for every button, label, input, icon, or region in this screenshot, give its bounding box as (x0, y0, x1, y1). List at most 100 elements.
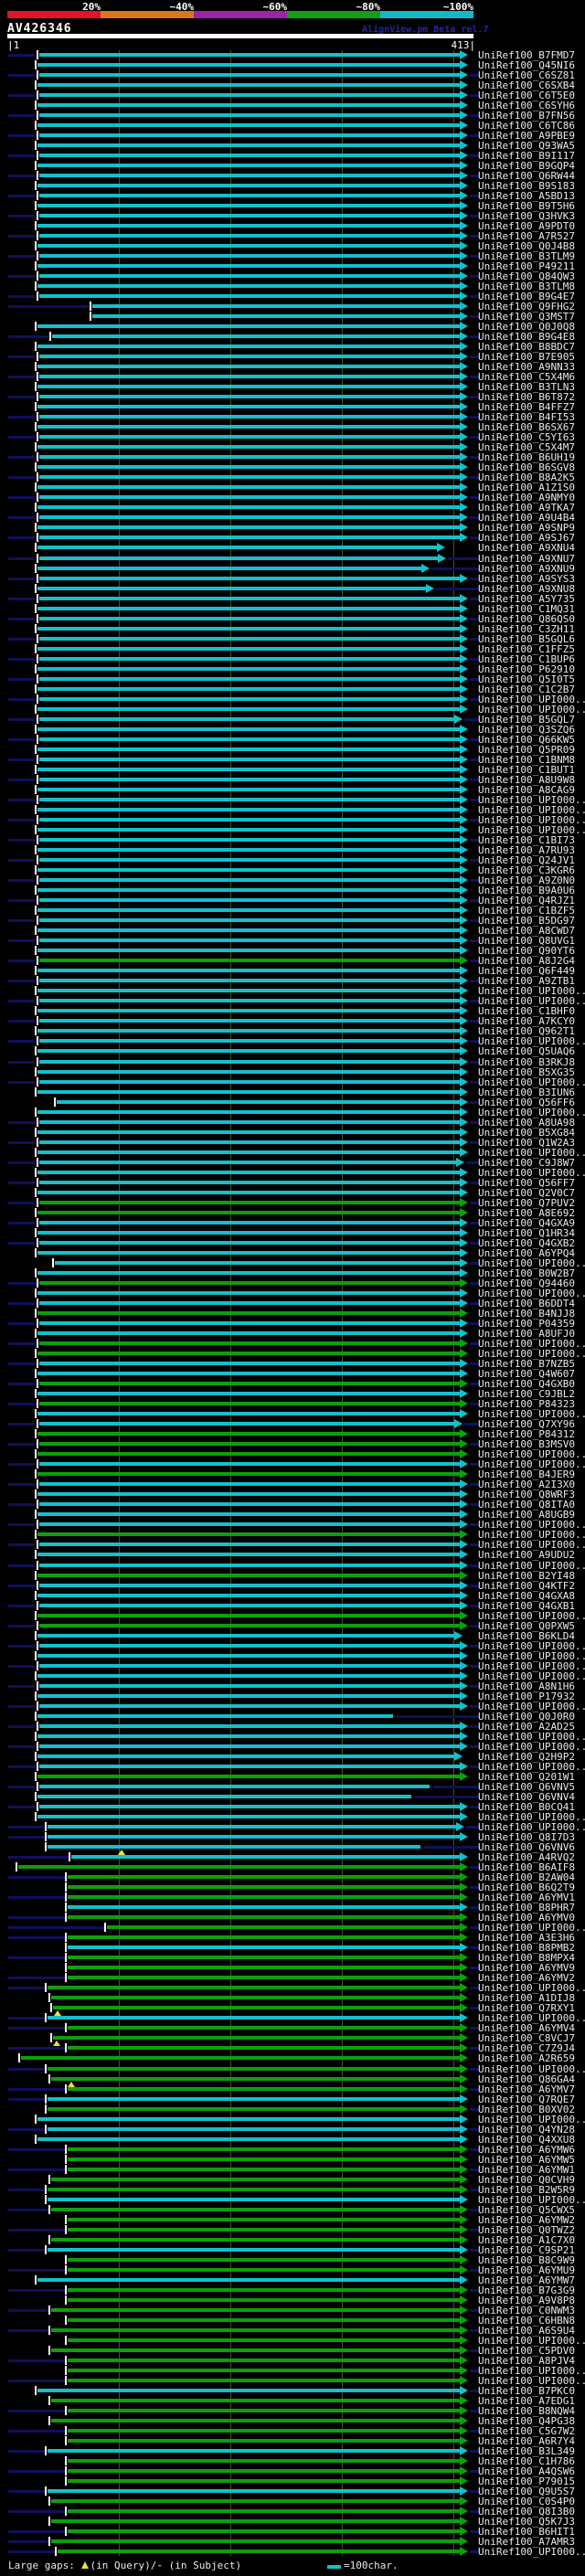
alignment-bar[interactable] (68, 1956, 460, 1960)
hit-accession-label[interactable]: UniRef100_A8UA98 (478, 1118, 575, 1128)
alignment-bar[interactable] (37, 1693, 460, 1698)
alignment-bar[interactable] (37, 102, 460, 107)
alignment-bar[interactable] (57, 1099, 460, 1104)
alignment-bar[interactable] (39, 72, 460, 77)
alignment-bar[interactable] (39, 898, 460, 903)
alignment-bar[interactable] (51, 2076, 460, 2081)
alignment-bar[interactable] (68, 2529, 460, 2534)
alignment-bar[interactable] (39, 1482, 460, 1487)
alignment-bar[interactable] (37, 566, 421, 570)
alignment-bar[interactable] (37, 868, 460, 873)
alignment-bar[interactable] (39, 838, 460, 843)
alignment-bar[interactable] (37, 1089, 460, 1094)
alignment-bar[interactable] (39, 979, 460, 983)
alignment-bar[interactable] (37, 465, 460, 470)
alignment-bar[interactable] (39, 616, 460, 620)
hit-accession-label[interactable]: UniRef100_Q86QS0 (478, 614, 575, 624)
alignment-bar[interactable] (39, 253, 460, 258)
alignment-bar[interactable] (51, 1996, 460, 2000)
alignment-bar[interactable] (39, 1140, 460, 1144)
alignment-bar[interactable] (37, 1029, 460, 1034)
alignment-bar[interactable] (39, 1462, 460, 1467)
alignment-bar[interactable] (37, 747, 460, 751)
alignment-bar[interactable] (39, 676, 460, 681)
alignment-bar[interactable] (48, 2066, 460, 2071)
alignment-bar[interactable] (71, 1855, 460, 1860)
hit-accession-label[interactable]: UniRef100_A9UDU2 (478, 1550, 575, 1560)
alignment-bar[interactable] (37, 1593, 460, 1597)
alignment-bar[interactable] (37, 1190, 460, 1194)
alignment-bar[interactable] (48, 1845, 420, 1850)
alignment-bar[interactable] (37, 1452, 460, 1457)
hit-accession-label[interactable]: UniRef100_Q4GXB1 (478, 1601, 575, 1611)
alignment-bar[interactable] (48, 2106, 460, 2111)
alignment-bar[interactable] (68, 2469, 460, 2474)
alignment-bar[interactable] (39, 1402, 460, 1406)
alignment-bar[interactable] (37, 1653, 460, 1658)
alignment-bar[interactable] (37, 345, 460, 349)
alignment-bar[interactable] (51, 2307, 460, 2312)
alignment-bar[interactable] (37, 1210, 460, 1214)
alignment-bar[interactable] (68, 2287, 460, 2292)
hit-accession-label[interactable]: UniRef100_Q4XXU8 (478, 2135, 575, 2145)
alignment-bar[interactable] (68, 2509, 460, 2514)
alignment-bar[interactable] (51, 2177, 460, 2181)
alignment-bar[interactable] (37, 2389, 460, 2393)
alignment-bar[interactable] (39, 1744, 460, 1748)
alignment-bar[interactable] (37, 525, 460, 530)
alignment-bar[interactable] (39, 938, 460, 943)
alignment-bar[interactable] (48, 1986, 460, 1990)
alignment-bar[interactable] (39, 1623, 460, 1627)
alignment-bar[interactable] (39, 1643, 460, 1648)
alignment-bar[interactable] (39, 1362, 460, 1366)
alignment-bar[interactable] (37, 888, 460, 893)
alignment-bar[interactable] (51, 2539, 460, 2544)
alignment-bar[interactable] (39, 475, 460, 480)
hit-accession-label[interactable]: UniRef100_Q4KTF2 (478, 1581, 575, 1591)
alignment-bar[interactable] (37, 848, 460, 853)
alignment-bar[interactable] (39, 777, 460, 781)
alignment-bar[interactable] (39, 1300, 460, 1305)
alignment-bar[interactable] (37, 1352, 460, 1356)
alignment-bar[interactable] (39, 435, 460, 440)
alignment-bar[interactable] (39, 1280, 460, 1285)
alignment-bar[interactable] (53, 2036, 460, 2041)
alignment-bar[interactable] (37, 263, 460, 268)
hit-accession-label[interactable]: UniRef100_B7FMD7 (478, 50, 575, 60)
alignment-bar[interactable] (37, 606, 460, 610)
hit-accession-label[interactable]: UniRef100_C6SYH6 (478, 101, 575, 111)
alignment-bar[interactable] (39, 1220, 460, 1224)
alignment-bar[interactable] (68, 1885, 460, 1890)
alignment-bar[interactable] (39, 1502, 460, 1507)
alignment-bar[interactable] (68, 2086, 460, 2091)
alignment-bar[interactable] (39, 1160, 456, 1164)
alignment-bar[interactable] (37, 969, 460, 973)
alignment-bar[interactable] (48, 2489, 460, 2494)
alignment-bar[interactable] (51, 2399, 460, 2403)
alignment-bar[interactable] (51, 2237, 460, 2242)
alignment-bar[interactable] (39, 959, 460, 963)
alignment-bar[interactable] (39, 112, 460, 117)
alignment-bar[interactable] (39, 1784, 430, 1788)
alignment-bar[interactable] (68, 2026, 460, 2030)
alignment-bar[interactable] (68, 2227, 460, 2231)
alignment-bar[interactable] (68, 2459, 460, 2464)
hit-accession-label[interactable]: UniRef100_Q5UAQ6 (478, 1046, 575, 1056)
alignment-bar[interactable] (68, 1905, 460, 1910)
alignment-bar[interactable] (37, 1432, 460, 1436)
alignment-bar[interactable] (37, 666, 460, 671)
alignment-bar[interactable] (37, 1392, 460, 1396)
alignment-bar[interactable] (37, 1372, 460, 1376)
alignment-bar[interactable] (37, 706, 460, 711)
alignment-bar[interactable] (37, 908, 460, 913)
alignment-bar[interactable] (39, 1522, 460, 1527)
alignment-bar[interactable] (37, 1492, 460, 1497)
alignment-bar[interactable] (39, 1663, 460, 1668)
alignment-bar[interactable] (37, 2116, 460, 2121)
alignment-bar[interactable] (37, 808, 460, 811)
alignment-bar[interactable] (39, 797, 460, 801)
alignment-bar[interactable] (55, 1260, 460, 1265)
hit-accession-label[interactable]: UniRef100_C6T5E0 (478, 90, 575, 101)
alignment-bar[interactable] (39, 1240, 460, 1245)
alignment-bar[interactable] (39, 415, 460, 419)
